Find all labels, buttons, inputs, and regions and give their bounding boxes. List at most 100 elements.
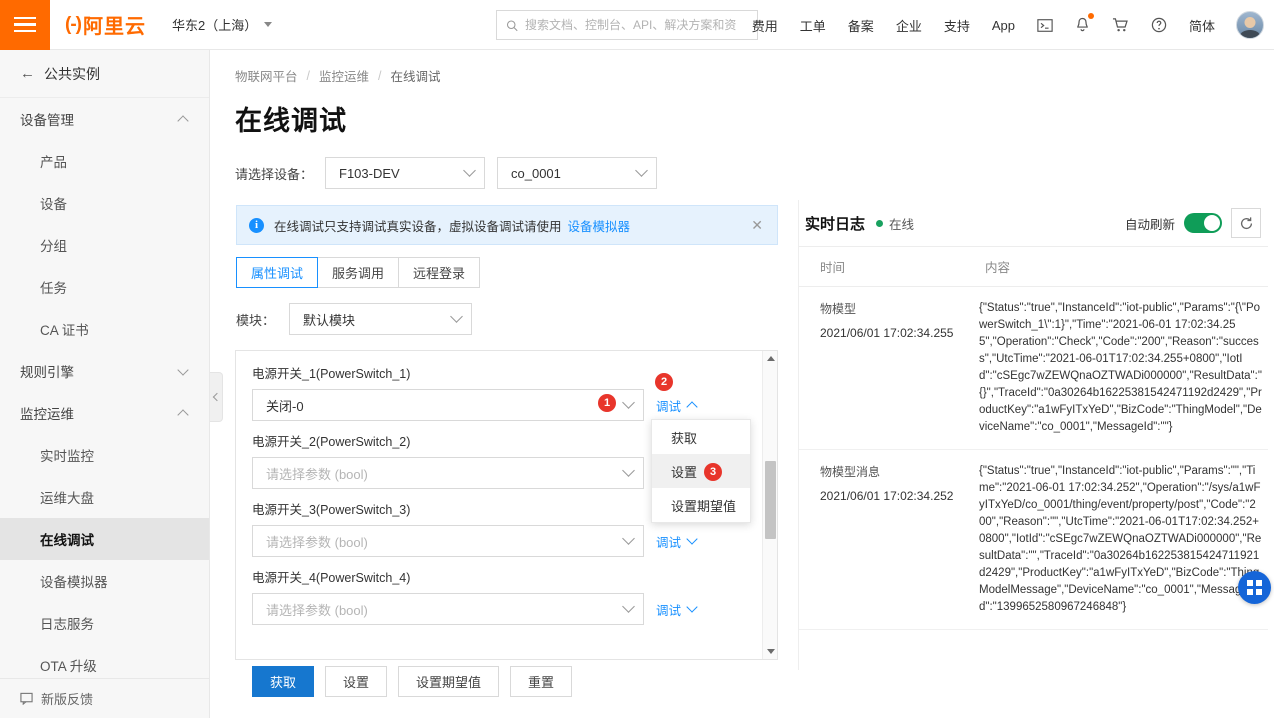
- sidebar-collapse-handle[interactable]: [210, 372, 223, 422]
- alert-link-device-simulator[interactable]: 设备模拟器: [568, 216, 631, 235]
- search-input[interactable]: [525, 18, 748, 32]
- product-select[interactable]: F103-DEV: [325, 157, 485, 189]
- chevron-up-icon: [177, 115, 188, 126]
- terminal-icon[interactable]: [1026, 0, 1064, 50]
- sidebar-item-label: 日志服务: [40, 613, 94, 633]
- property-placeholder: 请选择参数 (bool): [266, 532, 368, 551]
- sidebar-item-ops-dashboard[interactable]: 运维大盘: [0, 476, 209, 518]
- log-status-text: 在线: [889, 214, 914, 233]
- log-row-content: {"Status":"true","InstanceId":"iot-publi…: [979, 300, 1268, 436]
- log-row-time-cell: 物模型消息 2021/06/01 17:02:34.252: [799, 463, 979, 616]
- property-value-select[interactable]: 请选择参数 (bool): [252, 593, 644, 625]
- breadcrumb-item-online-debug: 在线调试: [391, 66, 441, 85]
- scroll-down-arrow-icon[interactable]: [763, 644, 778, 659]
- property-item: 电源开关_1(PowerSwitch_1) 关闭-0 调试: [252, 363, 761, 421]
- module-select[interactable]: 默认模块: [289, 303, 472, 335]
- grid-icon: [1247, 580, 1262, 595]
- sidebar-item-log-service[interactable]: 日志服务: [0, 602, 209, 644]
- step-badge-2: 2: [655, 373, 673, 391]
- device-select[interactable]: co_0001: [497, 157, 657, 189]
- property-value-select[interactable]: 请选择参数 (bool): [252, 525, 644, 557]
- get-button[interactable]: 获取: [252, 666, 314, 697]
- breadcrumb-item-platform[interactable]: 物联网平台: [235, 66, 298, 85]
- sidebar-item-groups[interactable]: 分组: [0, 224, 209, 266]
- notification-badge: [1088, 13, 1094, 19]
- arrow-left-icon: ←: [20, 66, 35, 81]
- sidebar-group-rule-engine[interactable]: 规则引擎: [0, 350, 209, 392]
- tab-property-debug[interactable]: 属性调试: [236, 257, 318, 288]
- language-selector[interactable]: 简体: [1178, 0, 1226, 50]
- sidebar-item-products[interactable]: 产品: [0, 140, 209, 182]
- debug-menu-item-set[interactable]: 设置: [652, 454, 750, 488]
- help-icon[interactable]: [1140, 0, 1178, 50]
- scrollbar-thumb[interactable]: [765, 461, 776, 539]
- debug-menu-item-set-desired[interactable]: 设置期望值: [652, 488, 750, 522]
- sidebar-group-device-management[interactable]: 设备管理: [0, 98, 209, 140]
- sidebar-feedback-label: 新版反馈: [41, 689, 93, 708]
- sidebar-item-online-debug[interactable]: 在线调试: [0, 518, 209, 560]
- chevron-down-icon: [622, 464, 635, 477]
- set-button[interactable]: 设置: [325, 666, 387, 697]
- tab-remote-login[interactable]: 远程登录: [399, 257, 480, 288]
- scroll-up-arrow-icon[interactable]: [763, 351, 778, 366]
- log-row-timestamp: 2021/06/01 17:02:34.252: [820, 489, 979, 503]
- close-icon[interactable]: ✕: [749, 217, 765, 234]
- breadcrumb-separator: /: [307, 69, 310, 83]
- search-box[interactable]: [496, 10, 758, 40]
- property-debug-toggle[interactable]: 调试: [656, 600, 696, 619]
- log-panel-title: 实时日志: [805, 213, 865, 234]
- status-dot-icon: [876, 220, 883, 227]
- sidebar-group-label: 规则引擎: [20, 361, 74, 381]
- region-selector[interactable]: 华东2（上海）: [172, 15, 272, 34]
- sidebar-item-jobs[interactable]: 任务: [0, 266, 209, 308]
- user-avatar[interactable]: [1236, 11, 1264, 39]
- hamburger-icon[interactable]: [0, 0, 50, 50]
- sidebar-item-device-simulator[interactable]: 设备模拟器: [0, 560, 209, 602]
- cart-icon[interactable]: [1101, 0, 1140, 50]
- nav-item-support[interactable]: 支持: [933, 0, 981, 50]
- page-title: 在线调试: [210, 85, 1274, 138]
- sidebar-item-ca-certificate[interactable]: CA 证书: [0, 308, 209, 350]
- nav-item-fee[interactable]: 费用: [741, 0, 789, 50]
- sidebar-item-label: 分组: [40, 235, 67, 255]
- sidebar-item-label: OTA 升级: [40, 655, 97, 675]
- property-debug-toggle[interactable]: 调试: [656, 396, 696, 415]
- property-value: 关闭-0: [266, 396, 304, 415]
- sidebar-item-label: 产品: [40, 151, 67, 171]
- debug-menu-item-get[interactable]: 获取: [652, 420, 750, 454]
- alibaba-cloud-logo[interactable]: (-) 阿里云: [65, 10, 146, 39]
- log-row-time-cell: 物模型 2021/06/01 17:02:34.255: [799, 300, 979, 436]
- bell-icon[interactable]: [1064, 0, 1101, 50]
- auto-refresh-toggle[interactable]: [1184, 213, 1222, 233]
- sidebar-group-monitoring[interactable]: 监控运维: [0, 392, 209, 434]
- realtime-log-panel: 实时日志 在线 自动刷新 时间 内容 物模型 2021/06/01 17:02:…: [798, 200, 1268, 670]
- chevron-down-icon: [450, 310, 463, 323]
- info-alert: i 在线调试只支持调试真实设备，虚拟设备调试请使用 设备模拟器 ✕: [236, 205, 778, 245]
- sidebar-feedback-button[interactable]: 新版反馈: [0, 678, 210, 718]
- refresh-button[interactable]: [1231, 208, 1261, 238]
- reset-button[interactable]: 重置: [510, 666, 572, 697]
- property-panel-scrollbar[interactable]: [762, 351, 777, 659]
- property-value-select[interactable]: 请选择参数 (bool): [252, 457, 644, 489]
- breadcrumb-item-monitoring[interactable]: 监控运维: [319, 66, 369, 85]
- floating-apps-button[interactable]: [1238, 571, 1271, 604]
- debug-label: 调试: [656, 600, 681, 619]
- device-select-label: 请选择设备：: [235, 164, 313, 183]
- chevron-down-icon: [264, 22, 272, 27]
- set-desired-value-button[interactable]: 设置期望值: [398, 666, 499, 697]
- tab-service-invoke[interactable]: 服务调用: [318, 257, 399, 288]
- property-debug-toggle[interactable]: 调试: [656, 532, 696, 551]
- sidebar-back-button[interactable]: ← 公共实例: [0, 50, 209, 98]
- chevron-down-icon: [622, 396, 635, 409]
- sidebar-item-realtime-monitor[interactable]: 实时监控: [0, 434, 209, 476]
- feedback-icon: [20, 692, 33, 705]
- nav-item-enterprise[interactable]: 企业: [885, 0, 933, 50]
- property-value-select[interactable]: 关闭-0: [252, 389, 644, 421]
- property-placeholder: 请选择参数 (bool): [266, 464, 368, 483]
- nav-item-app[interactable]: App: [981, 0, 1026, 50]
- chevron-up-icon: [177, 409, 188, 420]
- breadcrumb: 物联网平台 / 监控运维 / 在线调试: [210, 50, 1274, 85]
- sidebar-item-devices[interactable]: 设备: [0, 182, 209, 224]
- nav-item-ticket[interactable]: 工单: [789, 0, 837, 50]
- nav-item-icp[interactable]: 备案: [837, 0, 885, 50]
